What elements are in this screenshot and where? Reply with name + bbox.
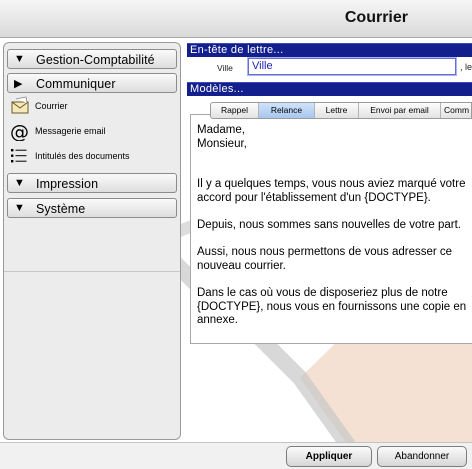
tab-envoi-par-email[interactable]: Envoi par email	[359, 103, 441, 118]
sidebar-item-messagerie[interactable]: @ Messagerie email	[10, 121, 175, 143]
sidebar-item-courrier[interactable]: Courrier	[10, 96, 175, 118]
sidebar-item-intitules[interactable]: Intitulés des documents	[10, 146, 175, 168]
section-gestion-comptabilite[interactable]: ▼ Gestion-Comptabilité	[7, 49, 177, 69]
group-title: Modèles...	[190, 83, 244, 95]
ville-label: Ville	[217, 63, 233, 73]
section-label: Communiquer	[36, 77, 116, 91]
letter-text[interactable]: Madame, Monsieur, Il y a quelques temps,…	[197, 124, 472, 328]
date-prefix-label: , le	[460, 62, 472, 72]
sidebar-item-label: Intitulés des documents	[35, 151, 130, 161]
triangle-down-icon: ▼	[14, 202, 25, 214]
group-header-entete: En-tête de lettre...	[187, 43, 472, 57]
triangle-down-icon: ▼	[14, 177, 25, 189]
model-tabs: Rappel Relance Lettre Envoi par email Co…	[210, 102, 472, 119]
cancel-button[interactable]: Abandonner	[377, 446, 467, 467]
tab-rappel[interactable]: Rappel	[211, 103, 259, 118]
tab-comm[interactable]: Comm	[441, 103, 471, 118]
svg-text:@: @	[10, 121, 29, 141]
section-communiquer[interactable]: ▶ Communiquer	[7, 73, 177, 93]
section-impression[interactable]: ▼ Impression	[7, 173, 177, 193]
tab-relance[interactable]: Relance	[259, 103, 315, 118]
section-label: Système	[36, 202, 86, 216]
section-label: Gestion-Comptabilité	[36, 53, 155, 67]
letter-editor[interactable]: Madame, Monsieur, Il y a quelques temps,…	[190, 114, 472, 344]
triangle-down-icon: ▼	[14, 53, 25, 65]
list-icon	[11, 149, 27, 163]
window-title: Courrier	[344, 9, 408, 26]
section-systeme[interactable]: ▼ Système	[7, 198, 177, 218]
ville-input[interactable]: Ville	[247, 57, 457, 76]
envelope-icon	[11, 96, 29, 114]
title-bar: Courrier	[0, 0, 472, 38]
tab-lettre[interactable]: Lettre	[315, 103, 359, 118]
section-label: Impression	[36, 177, 99, 191]
sidebar-divider	[4, 271, 180, 272]
sidebar-item-label: Messagerie email	[35, 126, 106, 136]
group-title: En-tête de lettre...	[190, 44, 284, 56]
group-header-modeles: Modèles...	[187, 82, 472, 96]
at-sign-icon: @	[10, 121, 29, 141]
sidebar: ▼ Gestion-Comptabilité ▶ Communiquer Cou…	[3, 42, 181, 440]
triangle-right-icon: ▶	[14, 78, 23, 90]
apply-button[interactable]: Appliquer	[286, 446, 372, 467]
sidebar-item-label: Courrier	[35, 101, 68, 111]
